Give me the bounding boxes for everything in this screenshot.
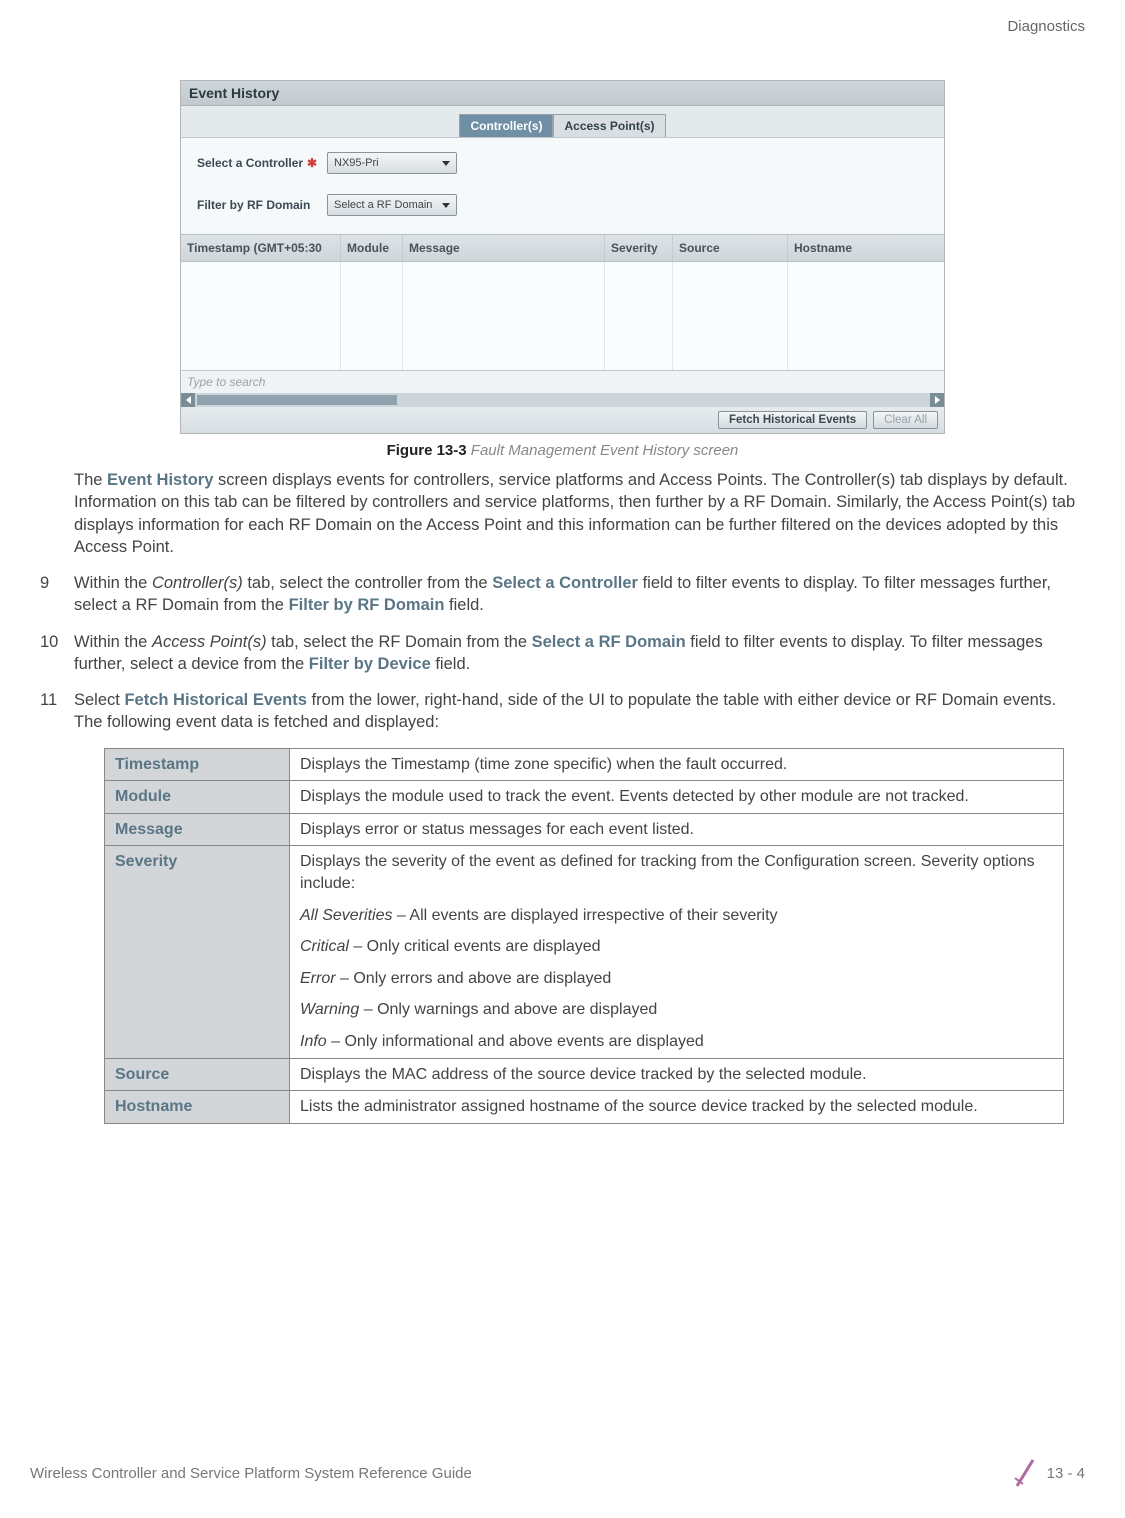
clear-all-button[interactable]: Clear All — [873, 411, 938, 429]
page-footer: Wireless Controller and Service Platform… — [30, 1458, 1085, 1488]
chevron-down-icon — [442, 161, 450, 166]
step-10: 10 Within the Access Point(s) tab, selec… — [40, 631, 1085, 676]
panel-title: Event History — [181, 81, 944, 106]
column-module[interactable]: Module — [341, 235, 403, 261]
def-key: Message — [105, 813, 290, 846]
table-row: Source Displays the MAC address of the s… — [105, 1058, 1064, 1091]
tab-access-points[interactable]: Access Point(s) — [553, 114, 665, 137]
footer-slash-icon — [1013, 1458, 1039, 1488]
select-controller-value: NX95-Pri — [334, 157, 379, 169]
required-asterisk-icon: ✱ — [307, 156, 317, 170]
def-key: Module — [105, 781, 290, 814]
def-val: Displays the severity of the event as de… — [290, 846, 1064, 1058]
chevron-down-icon — [442, 203, 450, 208]
search-input[interactable]: Type to search — [181, 370, 944, 393]
def-val: Displays the module used to track the ev… — [290, 781, 1064, 814]
data-grid-empty — [181, 262, 944, 370]
page-number: 13 - 4 — [1047, 1465, 1085, 1482]
intro-paragraph: The Event History screen displays events… — [74, 469, 1085, 558]
tab-bar: Controller(s) Access Point(s) — [181, 106, 944, 137]
fetch-historical-events-button[interactable]: Fetch Historical Events — [718, 411, 867, 429]
filter-rf-domain-value: Select a RF Domain — [334, 199, 432, 211]
step-number: 11 — [40, 689, 74, 734]
scroll-right-icon[interactable] — [930, 393, 944, 407]
scroll-thumb[interactable] — [197, 395, 397, 405]
field-definition-table: Timestamp Displays the Timestamp (time z… — [104, 748, 1064, 1124]
def-key: Severity — [105, 846, 290, 1058]
step-9: 9 Within the Controller(s) tab, select t… — [40, 572, 1085, 617]
step-number: 10 — [40, 631, 74, 676]
filter-rf-domain-dropdown[interactable]: Select a RF Domain — [327, 194, 457, 216]
scroll-left-icon[interactable] — [181, 393, 195, 407]
def-key: Source — [105, 1058, 290, 1091]
table-row: Hostname Lists the administrator assigne… — [105, 1091, 1064, 1124]
column-hostname[interactable]: Hostname — [788, 235, 938, 261]
filter-rf-domain-label: Filter by RF Domain — [197, 198, 327, 212]
def-key: Hostname — [105, 1091, 290, 1124]
panel-footer: Fetch Historical Events Clear All — [181, 407, 944, 433]
column-headers: Timestamp (GMT+05:30 Module Message Seve… — [181, 234, 944, 262]
def-val: Displays error or status messages for ea… — [290, 813, 1064, 846]
def-val: Displays the MAC address of the source d… — [290, 1058, 1064, 1091]
column-source[interactable]: Source — [673, 235, 788, 261]
def-key: Timestamp — [105, 748, 290, 781]
table-row: Severity Displays the severity of the ev… — [105, 846, 1064, 1058]
select-controller-label: Select a Controller✱ — [197, 156, 327, 170]
event-history-screenshot: Event History Controller(s) Access Point… — [180, 80, 945, 434]
table-row: Message Displays error or status message… — [105, 813, 1064, 846]
select-controller-dropdown[interactable]: NX95-Pri — [327, 152, 457, 174]
figure-title: Fault Management Event History screen — [471, 442, 739, 459]
def-val: Lists the administrator assigned hostnam… — [290, 1091, 1064, 1124]
step-number: 9 — [40, 572, 74, 617]
def-val: Displays the Timestamp (time zone specif… — [290, 748, 1064, 781]
horizontal-scrollbar[interactable] — [181, 393, 944, 407]
column-severity[interactable]: Severity — [605, 235, 673, 261]
filter-area: Select a Controller✱ NX95-Pri Filter by … — [181, 137, 944, 234]
step-11: 11 Select Fetch Historical Events from t… — [40, 689, 1085, 734]
tab-controllers[interactable]: Controller(s) — [459, 114, 553, 137]
table-row: Timestamp Displays the Timestamp (time z… — [105, 748, 1064, 781]
figure-label: Figure 13-3 — [387, 442, 467, 459]
figure-caption: Figure 13-3 Fault Management Event Histo… — [10, 442, 1115, 459]
table-row: Module Displays the module used to track… — [105, 781, 1064, 814]
page-section-header: Diagnostics — [1007, 18, 1085, 35]
footer-guide-title: Wireless Controller and Service Platform… — [30, 1465, 472, 1482]
column-timestamp[interactable]: Timestamp (GMT+05:30 — [181, 235, 341, 261]
column-message[interactable]: Message — [403, 235, 605, 261]
